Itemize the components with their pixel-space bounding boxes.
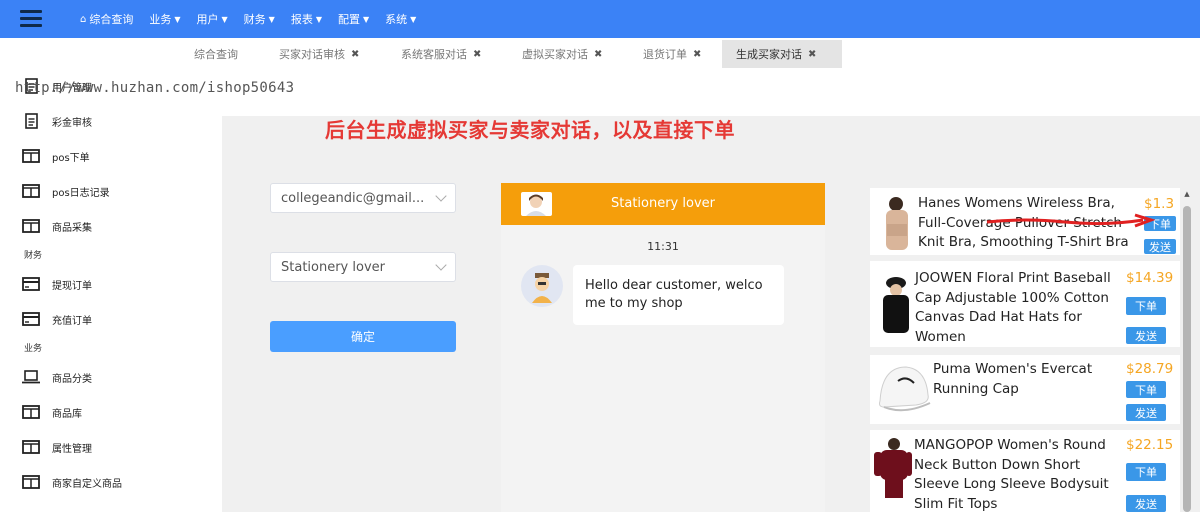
order-button[interactable]: 下单 — [1126, 381, 1166, 398]
order-button[interactable]: 下单 — [1144, 216, 1176, 231]
headline-annotation: 后台生成虚拟买家与卖家对话，以及直接下单 — [325, 118, 735, 142]
product-title: Puma Women's Evercat Running Cap — [933, 361, 1093, 397]
card-icon — [22, 276, 40, 292]
seller-select[interactable]: collegeandic@gmail... — [270, 183, 456, 213]
topnav-reports[interactable]: 报表 ▼ — [291, 11, 322, 27]
chat-header: Stationery lover — [501, 183, 825, 225]
sidebar-item-bonus-review[interactable]: 彩金审核 — [22, 113, 92, 129]
send-button[interactable]: 发送 — [1126, 495, 1166, 512]
sidebar-section-finance: 财务 — [24, 251, 43, 261]
order-button[interactable]: 下单 — [1126, 463, 1166, 481]
caret-down-icon: ▼ — [362, 14, 370, 24]
sidebar-item-category[interactable]: 商品分类 — [22, 369, 92, 385]
caret-down-icon: ▼ — [268, 14, 275, 24]
product-title: JOOWEN Floral Print Baseball Cap Adjusta… — [915, 270, 1111, 345]
topnav-system[interactable]: 系统 ▼ — [385, 11, 416, 27]
close-icon[interactable]: ✖ — [351, 49, 359, 60]
tab-overview[interactable]: 综合查询 — [180, 40, 252, 68]
product-card: Puma Women's Evercat Running Cap $28.79 … — [870, 355, 1180, 424]
tab-generate-buyer-chat[interactable]: 生成买家对话 ✖ — [722, 40, 842, 68]
watermark-url: http://www.huzhan.com/ishop50643 — [15, 80, 295, 96]
product-card: MANGOPOP Women's Round Neck Button Down … — [870, 430, 1180, 512]
caret-down-icon: ▼ — [174, 14, 181, 24]
order-button[interactable]: 下单 — [1126, 297, 1166, 315]
chevron-down-icon — [435, 190, 447, 202]
caret-down-icon: ▼ — [315, 14, 322, 24]
topnav-finance[interactable]: 财务 ▼ — [244, 11, 275, 27]
sidebar-item-pos-order[interactable]: pos下单 — [22, 148, 90, 164]
tab-bar: 综合查询 买家对话审核 ✖ 系统客服对话 ✖ 虚拟买家对话 ✖ 退货订单 ✖ 生成买家对… — [175, 40, 1200, 68]
product-card: JOOWEN Floral Print Baseball Cap Adjusta… — [870, 261, 1180, 347]
product-image — [874, 436, 912, 498]
scroll-up-arrow-icon[interactable]: ▲ — [1183, 190, 1191, 198]
seller-avatar — [521, 265, 563, 307]
card-icon — [22, 311, 40, 327]
chat-message: Hello dear customer, welcome to my shop — [573, 265, 784, 325]
columns-icon — [22, 148, 40, 164]
scroll-thumb[interactable] — [1183, 206, 1191, 512]
product-title: MANGOPOP Women's Round Neck Button Down … — [914, 437, 1109, 512]
sidebar-item-pos-log[interactable]: pos日志记录 — [22, 183, 110, 199]
caret-down-icon: ▼ — [410, 14, 417, 24]
topnav-overview[interactable]: ⌂ 综合查询 — [80, 11, 133, 27]
sidebar-item-recharge-orders[interactable]: 充值订单 — [22, 311, 92, 327]
send-button[interactable]: 发送 — [1144, 239, 1176, 254]
product-list: Hanes Womens Wireless Bra, Full-Coverage… — [870, 186, 1180, 512]
laptop-icon — [22, 369, 40, 385]
chat-timestamp: 11:31 — [647, 240, 679, 253]
product-card: Hanes Womens Wireless Bra, Full-Coverage… — [870, 188, 1180, 255]
topnav-business[interactable]: 业务 ▼ — [149, 11, 180, 27]
topnav-users[interactable]: 用户 ▼ — [197, 11, 228, 27]
columns-icon — [22, 474, 40, 490]
buyer-select[interactable]: Stationery lover — [270, 252, 456, 282]
sidebar-item-custom-products[interactable]: 商家自定义商品 — [22, 474, 122, 490]
product-price: $28.79 — [1126, 361, 1174, 377]
product-scrollbar[interactable]: ▲ — [1183, 190, 1191, 512]
close-icon[interactable]: ✖ — [693, 49, 701, 60]
tab-buyer-chat-review[interactable]: 买家对话审核 ✖ — [265, 40, 373, 68]
caret-down-icon: ▼ — [221, 14, 228, 24]
confirm-button[interactable]: 确定 — [270, 321, 456, 352]
top-navbar: ⌂ 综合查询 业务 ▼ 用户 ▼ 财务 ▼ 报表 ▼ 配置 ▼ 系统 ▼ — [0, 0, 1200, 38]
chat-panel: Stationery lover 11:31 Hello dear custom… — [501, 183, 825, 512]
product-image — [874, 194, 912, 250]
close-icon[interactable]: ✖ — [473, 49, 481, 60]
hamburger-menu-icon[interactable] — [20, 10, 42, 28]
close-icon[interactable]: ✖ — [594, 49, 602, 60]
columns-icon — [22, 218, 40, 234]
product-price: $14.39 — [1126, 270, 1174, 286]
tab-virtual-buyer-chat[interactable]: 虚拟买家对话 ✖ — [508, 40, 616, 68]
product-image — [874, 361, 934, 417]
send-button[interactable]: 发送 — [1126, 404, 1166, 421]
tab-system-support-chat[interactable]: 系统客服对话 ✖ — [387, 40, 495, 68]
sidebar-item-product-library[interactable]: 商品库 — [22, 404, 82, 420]
sidebar: 用户管理 彩金审核 pos下单 pos日志记录 商品采集 财务 提现订单 充值订… — [0, 38, 175, 512]
chevron-down-icon — [435, 259, 447, 271]
sidebar-item-product-collect[interactable]: 商品采集 — [22, 218, 92, 234]
chat-title: Stationery lover — [611, 196, 715, 211]
columns-icon — [22, 439, 40, 455]
sidebar-item-withdraw-orders[interactable]: 提现订单 — [22, 276, 92, 292]
send-button[interactable]: 发送 — [1126, 327, 1166, 344]
product-image — [874, 273, 912, 333]
columns-icon — [22, 183, 40, 199]
product-price: $1.3 — [1144, 196, 1175, 212]
product-title: Hanes Womens Wireless Bra, Full-Coverage… — [918, 195, 1129, 250]
sidebar-item-attributes[interactable]: 属性管理 — [22, 439, 92, 455]
sidebar-section-business: 业务 — [24, 344, 43, 354]
product-price: $22.15 — [1126, 437, 1174, 453]
columns-icon — [22, 404, 40, 420]
document-icon — [22, 113, 40, 129]
top-nav: ⌂ 综合查询 业务 ▼ 用户 ▼ 财务 ▼ 报表 ▼ 配置 ▼ 系统 ▼ — [80, 0, 416, 38]
home-icon: ⌂ — [80, 13, 87, 25]
tab-return-orders[interactable]: 退货订单 ✖ — [629, 40, 715, 68]
close-icon[interactable]: ✖ — [808, 49, 816, 60]
topnav-config[interactable]: 配置 ▼ — [338, 11, 369, 27]
